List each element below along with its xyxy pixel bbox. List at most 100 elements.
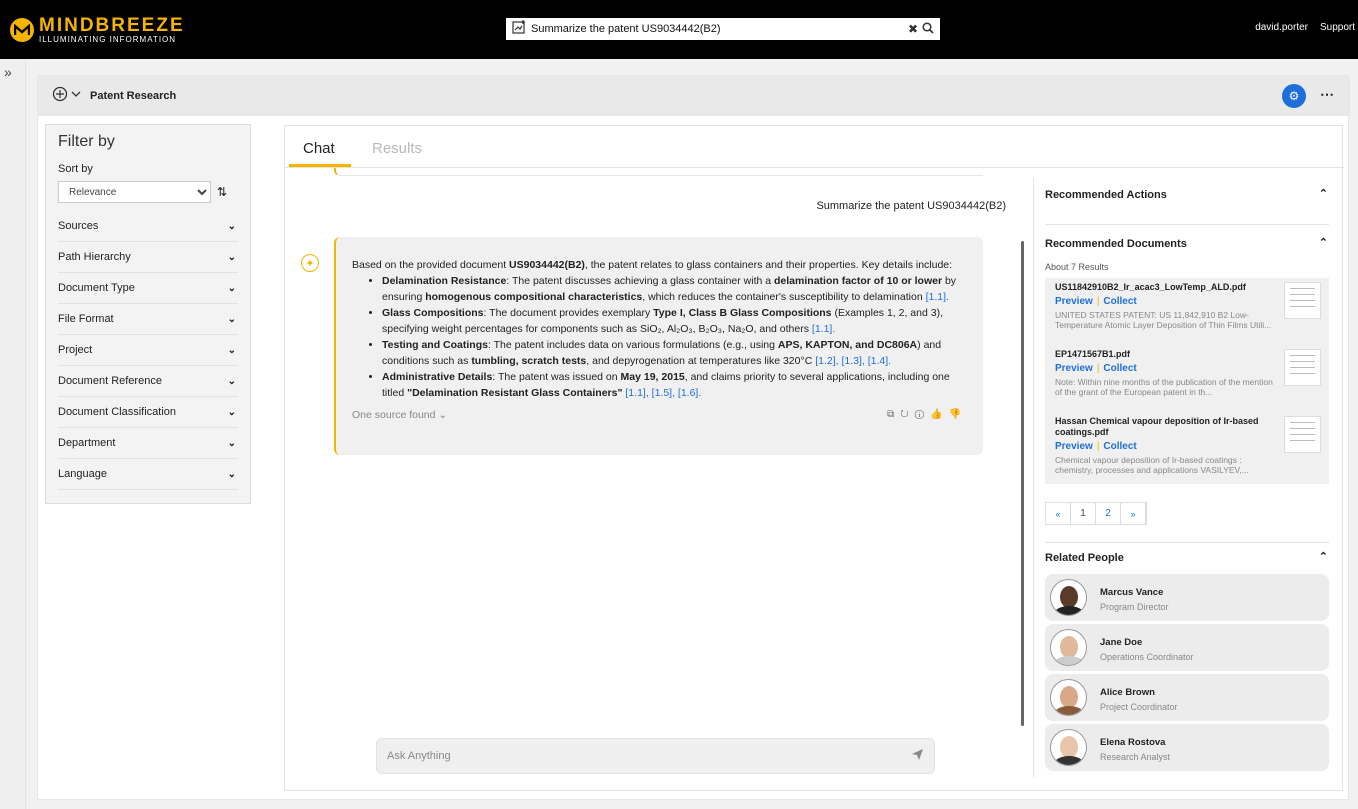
document-card[interactable]: Hassan Chemical vapour deposition of Ir-… (1045, 412, 1329, 484)
search-input[interactable]: Summarize the patent US9034442(B2) (531, 23, 904, 35)
send-icon[interactable] (911, 748, 924, 764)
related-people-heading[interactable]: Related People (1045, 552, 1124, 564)
app-title: Patent Research (90, 90, 177, 102)
chevron-down-icon: ⌄ (227, 406, 236, 418)
copy-icon[interactable]: ⧉ (887, 409, 900, 420)
user-message: Summarize the patent US9034442(B2) (816, 200, 1006, 212)
thumbs-up-icon[interactable]: 👍 (930, 409, 948, 420)
document-title[interactable]: Hassan Chemical vapour deposition of Ir-… (1055, 416, 1283, 438)
person-role: Operations Coordinator (1100, 652, 1194, 662)
facet-document-type[interactable]: Document Type ⌄ (58, 273, 238, 304)
recommended-documents-heading[interactable]: Recommended Documents (1045, 238, 1187, 250)
top-bar: MINDBREEZE ILLUMINATING INFORMATION Summ… (0, 0, 1358, 59)
facet-document-reference[interactable]: Document Reference ⌄ (58, 366, 238, 397)
main-panel: Patent Research ⚙ ⋯ Filter by Sort by Re… (37, 75, 1350, 800)
user-menu[interactable]: david.porter (1255, 22, 1308, 33)
tab-chat[interactable]: Chat (303, 140, 335, 157)
chevron-up-icon[interactable]: ⌃ (1319, 550, 1328, 563)
person-name: Elena Rostova (1100, 737, 1166, 748)
document-card[interactable]: US11842910B2_Ir_acac3_LowTemp_ALD.pdf Pr… (1045, 278, 1329, 345)
ask-input[interactable]: Ask Anything (376, 738, 935, 774)
expand-sidebar-icon[interactable]: » (4, 64, 12, 80)
collect-link[interactable]: Collect (1103, 441, 1136, 452)
document-snippet: Note: Within nine months of the publicat… (1055, 377, 1273, 397)
document-snippet: Chemical vapour deposition of Ir-based c… (1055, 455, 1249, 475)
pager-next[interactable]: » (1121, 503, 1146, 524)
facet-department[interactable]: Department ⌄ (58, 428, 238, 459)
sort-order-icon[interactable]: ⇅ (217, 185, 227, 199)
tab-results[interactable]: Results (372, 140, 422, 157)
facet-file-format[interactable]: File Format ⌄ (58, 304, 238, 335)
person-name: Jane Doe (1100, 637, 1143, 648)
answer-bullet: Testing and Coatings: The patent include… (382, 337, 967, 369)
facet-label: File Format (58, 313, 114, 325)
chevron-up-icon[interactable]: ⌃ (1319, 187, 1328, 200)
answer-bullets: Delamination Resistance: The patent disc… (382, 273, 967, 401)
pagination: « 1 2 » (1045, 502, 1147, 525)
facet-label: Department (58, 437, 116, 449)
person-role: Research Analyst (1100, 752, 1171, 762)
results-count: About 7 Results (1045, 262, 1109, 272)
clear-icon[interactable]: ✖ (908, 22, 918, 36)
recommended-actions-heading[interactable]: Recommended Actions (1045, 189, 1167, 201)
facet-label: Document Reference (58, 375, 162, 387)
collect-link[interactable]: Collect (1103, 296, 1136, 307)
document-card[interactable]: EP1471567B1.pdf Preview | Collect Note: Wi… (1045, 345, 1329, 412)
preview-link[interactable]: Preview (1055, 441, 1093, 452)
document-thumbnail[interactable] (1284, 282, 1321, 319)
citation-link[interactable]: [1.1]. (812, 323, 835, 335)
facet-label: Sources (58, 220, 99, 232)
ai-assistant-icon: ✦ (301, 254, 319, 272)
document-snippet: UNITED STATES PATENT: US 11,842,910 B2 L… (1055, 310, 1272, 330)
pager-page[interactable]: 1 (1071, 503, 1096, 524)
support-link[interactable]: Support (1320, 22, 1355, 33)
settings-flow-icon[interactable]: ⚙ (1282, 84, 1306, 108)
person-card[interactable]: Elena Rostova Research Analyst (1045, 724, 1329, 771)
chevron-down-icon: ⌄ (227, 437, 236, 449)
recommendations-panel: Recommended Actions ⌃ Recommended Docume… (1033, 178, 1333, 778)
sort-select[interactable]: Relevance (58, 181, 211, 203)
chevron-down-icon: ⌄ (227, 375, 236, 387)
pager-prev[interactable]: « (1046, 503, 1071, 524)
preview-link[interactable]: Preview (1055, 296, 1093, 307)
answer-actions: ⧉↻ⓘ👍👎 (887, 407, 967, 423)
collect-link[interactable]: Collect (1103, 363, 1136, 374)
answer-bullet: Glass Compositions: The document provide… (382, 305, 967, 337)
sort-label: Sort by (58, 163, 93, 175)
person-card[interactable]: Marcus Vance Program Director (1045, 574, 1329, 621)
facet-project[interactable]: Project ⌄ (58, 335, 238, 366)
facet-path-hierarchy[interactable]: Path Hierarchy ⌄ (58, 242, 238, 273)
facet-language[interactable]: Language ⌄ (58, 459, 238, 490)
preview-link[interactable]: Preview (1055, 363, 1093, 374)
info-icon[interactable]: ⓘ (915, 409, 930, 420)
avatar (1050, 629, 1087, 666)
pager-page[interactable]: 2 (1096, 503, 1121, 524)
more-options-icon[interactable]: ⋯ (1320, 86, 1334, 103)
citation-link[interactable]: [1.2], [1.3], [1.4]. (815, 355, 891, 367)
chat-panel: Chat Results Summarize the patent US9034… (284, 125, 1344, 791)
source-toggle[interactable]: One source found ⌄ (352, 407, 447, 423)
search-box[interactable]: Summarize the patent US9034442(B2) ✖ (506, 18, 940, 40)
citation-link[interactable]: [1.1], [1.5], [1.6]. (625, 387, 701, 399)
citation-link[interactable]: [1.1]. (926, 291, 949, 303)
person-name: Alice Brown (1100, 687, 1155, 698)
facet-sources[interactable]: Sources ⌄ (58, 211, 238, 242)
document-title[interactable]: EP1471567B1.pdf (1055, 349, 1283, 360)
person-card[interactable]: Jane Doe Operations Coordinator (1045, 624, 1329, 671)
person-role: Project Coordinator (1100, 702, 1178, 712)
mindbreeze-logo[interactable]: MINDBREEZE ILLUMINATING INFORMATION (10, 16, 185, 44)
chevron-up-icon[interactable]: ⌃ (1319, 236, 1328, 249)
search-icon[interactable] (922, 21, 934, 37)
chevron-down-icon: ⌄ (227, 251, 236, 263)
person-card[interactable]: Alice Brown Project Coordinator (1045, 674, 1329, 721)
thumbs-down-icon[interactable]: 👎 (949, 409, 967, 420)
chat-scrollbar[interactable] (1021, 241, 1024, 726)
assistant-switch-icon[interactable] (52, 86, 82, 107)
section-divider (1045, 542, 1329, 543)
regenerate-icon[interactable]: ↻ (900, 409, 914, 420)
document-title[interactable]: US11842910B2_Ir_acac3_LowTemp_ALD.pdf (1055, 282, 1283, 293)
document-thumbnail[interactable] (1284, 416, 1321, 453)
document-thumbnail[interactable] (1284, 349, 1321, 386)
facet-document-classification[interactable]: Document Classification ⌄ (58, 397, 238, 428)
brand-name: MINDBREEZE (39, 15, 185, 36)
